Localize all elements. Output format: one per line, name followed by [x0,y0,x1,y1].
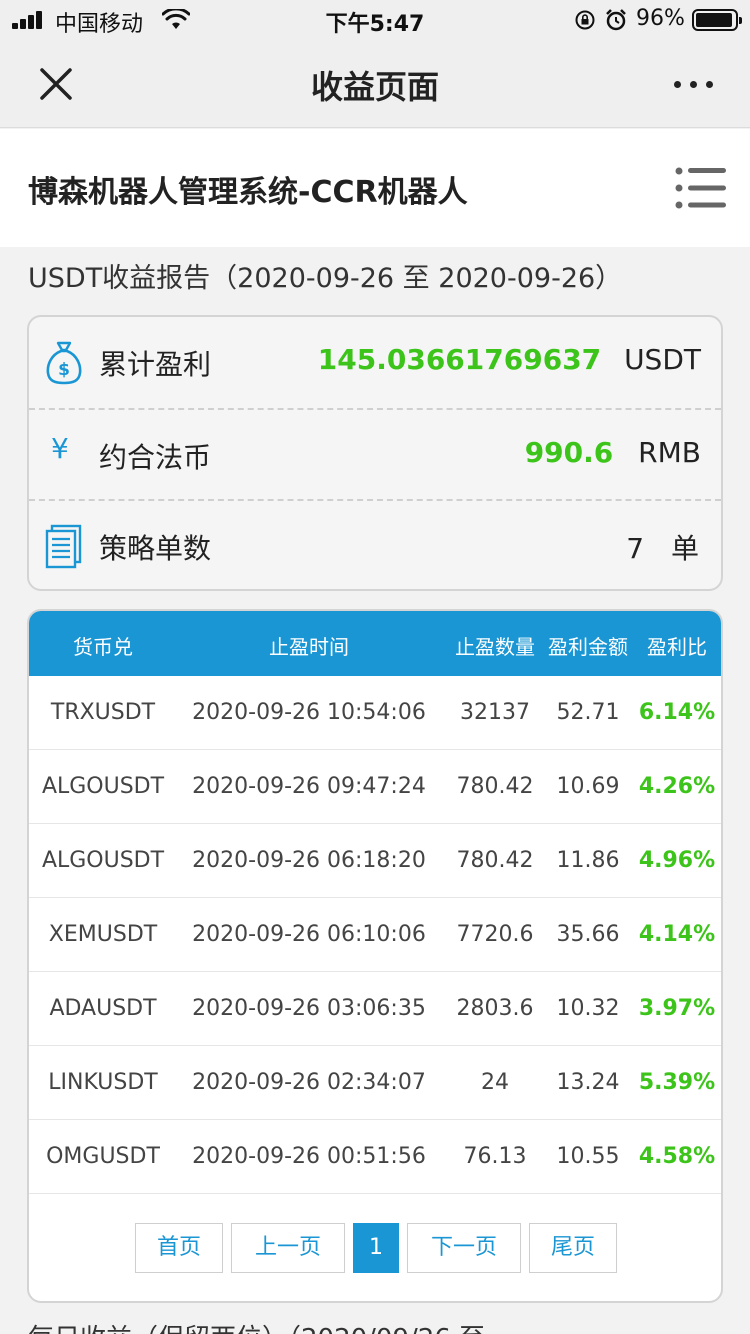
cell-time: 2020-09-26 10:54:06 [192,700,426,725]
summary-label: 策略单数 [99,532,212,565]
alarm-icon [606,9,626,31]
cell-qty: 7720.6 [456,922,534,947]
page-title: 收益页面 [310,68,439,106]
table-row: ADAUSDT 2020-09-26 03:06:35 2803.6 10.32… [29,972,721,1046]
next-page-button[interactable]: 下一页 [407,1223,521,1273]
cell-pair: ALGOUSDT [41,774,165,799]
svg-text:$: $ [58,360,70,380]
table-row: ALGOUSDT 2020-09-26 06:18:20 780.42 11.8… [29,824,721,898]
table-row: ALGOUSDT 2020-09-26 09:47:24 780.42 10.6… [29,750,721,824]
summary-label: 约合法币 [99,441,212,474]
cell-ratio: 4.26% [638,774,716,799]
app-header: 博森机器人管理系统-CCR机器人 [0,129,750,247]
app-title: 博森机器人管理系统-CCR机器人 [28,175,468,210]
cell-time: 2020-09-26 09:47:24 [192,774,426,799]
cell-ratio: 3.97% [638,996,716,1021]
column-header-amount: 盈利金额 [548,635,628,659]
cell-amount: 35.66 [556,922,620,947]
cell-amount: 10.69 [556,774,620,799]
daily-profit-heading: 每日收益（保留两位）（2020/09/26 至 [28,1318,485,1334]
cell-time: 2020-09-26 02:34:07 [192,1070,426,1095]
current-page-button[interactable]: 1 [353,1223,399,1273]
cell-qty: 76.13 [463,1144,527,1169]
column-header-ratio: 盈利比 [647,635,707,659]
last-page-button[interactable]: 尾页 [529,1223,617,1273]
table-row: LINKUSDT 2020-09-26 02:34:07 24 13.24 5.… [29,1046,721,1120]
orders-value: 7 [626,532,645,565]
summary-row-orders: 策略单数 7 单 [29,499,721,590]
battery-percent: 96% [636,6,685,31]
cell-ratio: 6.14% [638,700,716,725]
column-header-qty: 止盈数量 [455,635,535,659]
cell-qty: 24 [481,1070,509,1095]
column-header-time: 止盈时间 [269,635,349,659]
cell-ratio: 5.39% [638,1070,716,1095]
summary-row-fiat: ¥ 约合法币 990.6 RMB [29,408,721,499]
summary-card: $ 累计盈利 145.03661769637 USDT ¥ 约合法币 990.6… [27,315,723,591]
menu-icon[interactable] [674,166,726,210]
cell-amount: 13.24 [556,1070,620,1095]
summary-value-group: 145.03661769637 USDT [318,343,701,376]
profit-value: 145.03661769637 [317,343,602,376]
cell-ratio: 4.58% [638,1144,716,1169]
cell-pair: LINKUSDT [48,1070,158,1095]
orders-unit: 单 [670,532,699,565]
column-header-pair: 货币兑 [73,635,133,659]
cell-pair: ALGOUSDT [41,848,165,873]
rotation-lock-icon [575,10,595,30]
cell-amount: 52.71 [556,700,620,725]
report-title: USDT收益报告（2020-09-26 至 2020-09-26） [28,263,623,294]
cell-time: 2020-09-26 06:18:20 [192,848,426,873]
money-bag-icon: $ [46,341,82,385]
more-options-icon[interactable] [672,76,716,92]
cell-qty: 32137 [460,700,530,725]
cell-qty: 2803.6 [456,996,534,1021]
previous-page-button[interactable]: 上一页 [231,1223,345,1273]
cell-pair: ADAUSDT [49,996,157,1021]
first-page-button[interactable]: 首页 [135,1223,223,1273]
status-bar: 中国移动 下午5:47 96% [0,0,750,40]
battery-icon [692,9,742,31]
table-row: TRXUSDT 2020-09-26 10:54:06 32137 52.71 … [29,676,721,750]
fiat-unit: RMB [638,436,701,469]
summary-value-group: 7 单 [626,527,699,567]
navigation-bar: 收益页面 [0,40,750,128]
cell-pair: XEMUSDT [48,922,158,947]
profit-unit: USDT [624,343,701,376]
cell-qty: 780.42 [456,774,534,799]
profit-table: 货币兑 止盈时间 止盈数量 盈利金额 盈利比 TRXUSDT 2020-09-2… [27,609,723,1303]
summary-row-profit: $ 累计盈利 145.03661769637 USDT [29,317,721,408]
cell-ratio: 4.96% [638,848,716,873]
summary-label: 累计盈利 [99,348,212,381]
cell-time: 2020-09-26 06:10:06 [192,922,426,947]
yen-icon: ¥ [51,432,69,465]
cell-amount: 10.32 [556,996,620,1021]
cell-pair: OMGUSDT [46,1144,160,1169]
summary-value-group: 990.6 RMB [525,436,701,469]
table-row: XEMUSDT 2020-09-26 06:10:06 7720.6 35.66… [29,898,721,972]
cell-ratio: 4.14% [638,922,716,947]
cell-pair: TRXUSDT [50,700,156,725]
table-row: OMGUSDT 2020-09-26 00:51:56 76.13 10.55 … [29,1120,721,1194]
cell-qty: 780.42 [456,848,534,873]
fiat-value: 990.6 [524,436,614,469]
cell-time: 2020-09-26 03:06:35 [192,996,426,1021]
cell-amount: 11.86 [556,848,620,873]
pagination: 首页 上一页 1 下一页 尾页 [29,1223,721,1275]
cell-time: 2020-09-26 00:51:56 [192,1144,426,1169]
document-icon [45,524,82,569]
table-header: 货币兑 止盈时间 止盈数量 盈利金额 盈利比 [29,611,721,676]
cell-amount: 10.55 [556,1144,620,1169]
